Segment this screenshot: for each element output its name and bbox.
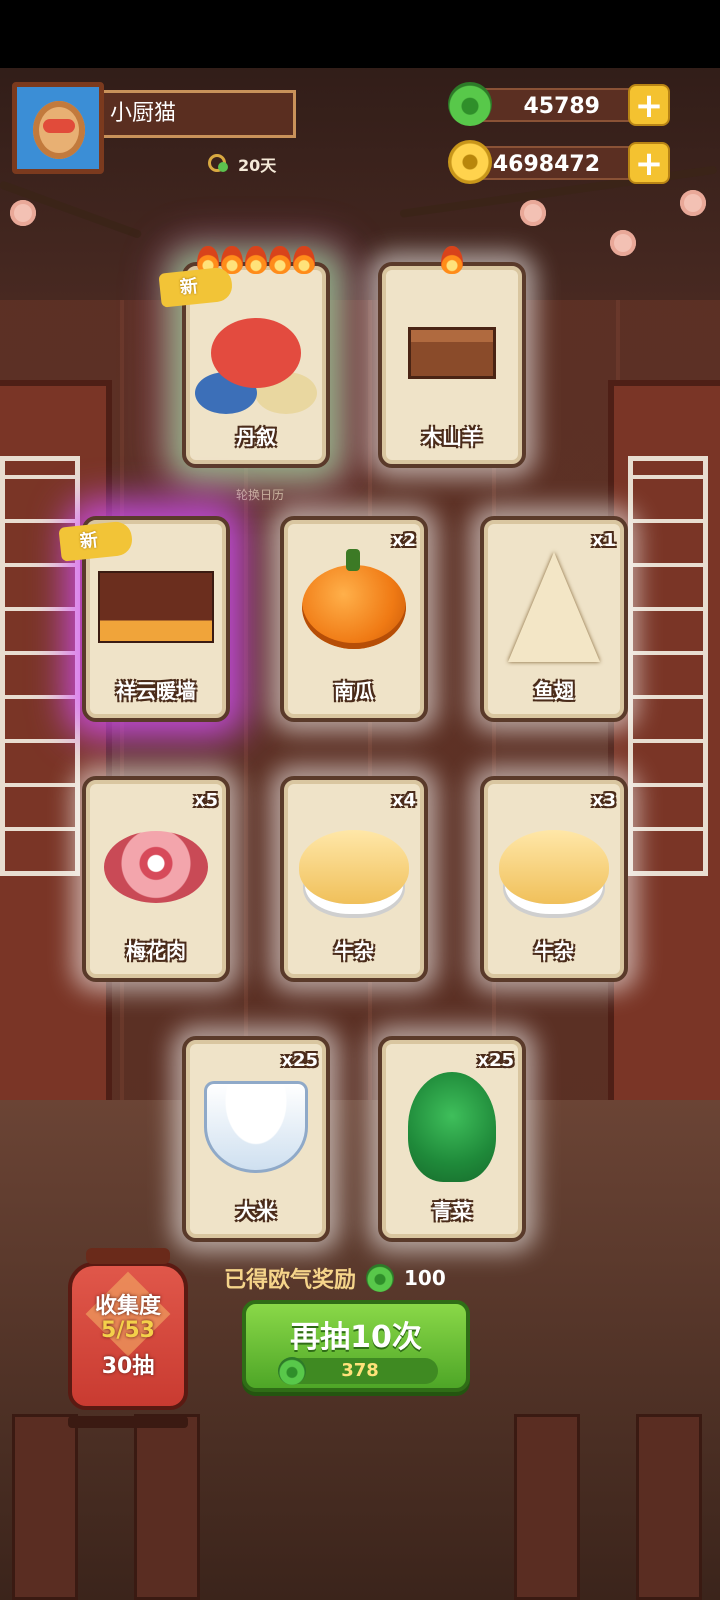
rotation-calendar-label: 轮换日历 xyxy=(236,488,285,502)
blossom xyxy=(520,200,546,226)
blossom xyxy=(10,200,36,226)
card-name: 梅花肉 xyxy=(126,939,186,963)
reward-card[interactable]: x3 牛杂 xyxy=(480,776,628,982)
door-lattice xyxy=(0,456,80,876)
new-badge: 新 xyxy=(58,520,134,562)
card-count: x25 xyxy=(477,1050,514,1071)
wall-art xyxy=(98,571,214,644)
new-badge: 新 xyxy=(158,266,234,308)
reward-card[interactable]: x25 青菜 xyxy=(378,1036,526,1242)
railing-post xyxy=(636,1414,702,1600)
jade-coin-icon xyxy=(448,82,492,126)
card-name: 南瓜 xyxy=(334,679,374,703)
card-name: 青菜 xyxy=(432,1199,472,1223)
flame-icon xyxy=(245,246,267,274)
collection-lantern[interactable]: 收集度 5/53 30抽 xyxy=(68,1248,188,1428)
card-count: x5 xyxy=(193,790,218,811)
jade-amount: 45789 xyxy=(480,88,648,122)
jade-currency: 45789 + xyxy=(448,82,672,126)
flame-icon xyxy=(441,246,463,274)
add-jade-button[interactable]: + xyxy=(628,84,670,126)
draw-cost-value: 378 xyxy=(341,1360,379,1381)
reward-card[interactable]: x2 南瓜 xyxy=(280,516,428,722)
card-count: x25 xyxy=(281,1050,318,1071)
collection-draws: 30抽 xyxy=(101,1354,155,1379)
pork-art xyxy=(104,831,208,904)
beef-offal-art xyxy=(299,830,409,905)
reward-card[interactable]: 新 祥云暖墙 xyxy=(58,516,230,722)
right-door xyxy=(608,380,720,1112)
jade-coin-icon xyxy=(366,1264,395,1292)
wood-block-art xyxy=(408,327,496,380)
days-counter: 20天 xyxy=(206,152,276,176)
player-avatar[interactable] xyxy=(12,82,104,174)
gold-amount: 4698472 xyxy=(480,146,648,180)
card-name: 牛杂 xyxy=(534,939,574,963)
luck-reward-label: 已得欧气奖励 xyxy=(224,1268,357,1293)
dragon-art xyxy=(211,318,301,389)
gold-currency: 4698472 + xyxy=(448,140,672,184)
collection-progress: 5/53 xyxy=(101,1318,155,1343)
draw-cost: 378 xyxy=(278,1357,438,1385)
card-name: 鱼翅 xyxy=(534,679,574,703)
status-bar xyxy=(0,0,720,68)
card-count: x2 xyxy=(391,530,416,551)
reward-card[interactable]: x25 大米 xyxy=(182,1036,330,1242)
card-name: 牛杂 xyxy=(334,939,374,963)
blossom xyxy=(680,190,706,216)
rarity-flames xyxy=(382,246,522,274)
card-count: x3 xyxy=(591,790,616,811)
reward-card[interactable]: 木山羊 xyxy=(378,246,526,468)
reward-card[interactable]: x5 梅花肉 xyxy=(82,776,230,982)
shark-fin-art xyxy=(508,552,600,663)
reward-card[interactable]: 新 丹叙 xyxy=(158,246,330,468)
door-lattice xyxy=(628,456,708,876)
luck-reward-value: 100 xyxy=(404,1266,446,1290)
card-count: x1 xyxy=(591,530,616,551)
card-count: x4 xyxy=(391,790,416,811)
greens-art xyxy=(408,1072,496,1183)
gold-coin-icon xyxy=(448,140,492,184)
blossom xyxy=(610,230,636,256)
rice-art xyxy=(204,1081,308,1174)
railing-post xyxy=(12,1414,78,1600)
draw-again-label: 再抽10次 xyxy=(290,1320,422,1355)
monkey-face-icon xyxy=(33,101,85,159)
card-name: 丹叙 xyxy=(236,425,276,449)
luck-reward: 已得欧气奖励 100 xyxy=(224,1262,446,1294)
card-name: 木山羊 xyxy=(422,425,482,449)
key-sprout-icon xyxy=(206,152,230,176)
days-value: 20天 xyxy=(238,156,277,175)
flame-icon xyxy=(269,246,291,274)
beef-offal-art xyxy=(499,830,609,905)
railing-post xyxy=(514,1414,580,1600)
add-gold-button[interactable]: + xyxy=(628,142,670,184)
jade-coin-icon xyxy=(278,1357,306,1385)
left-door xyxy=(0,380,112,1112)
player-name: 小厨猫 xyxy=(104,90,296,138)
reward-card[interactable]: x1 鱼翅 xyxy=(480,516,628,722)
railing-post xyxy=(134,1414,200,1600)
card-name: 祥云暖墙 xyxy=(116,679,196,703)
pumpkin-art xyxy=(302,549,406,650)
flame-icon xyxy=(293,246,315,274)
collection-title: 收集度 xyxy=(94,1294,161,1319)
draw-again-button[interactable]: 再抽10次 378 xyxy=(242,1300,470,1392)
card-name: 大米 xyxy=(236,1199,276,1223)
reward-card[interactable]: x4 牛杂 xyxy=(280,776,428,982)
